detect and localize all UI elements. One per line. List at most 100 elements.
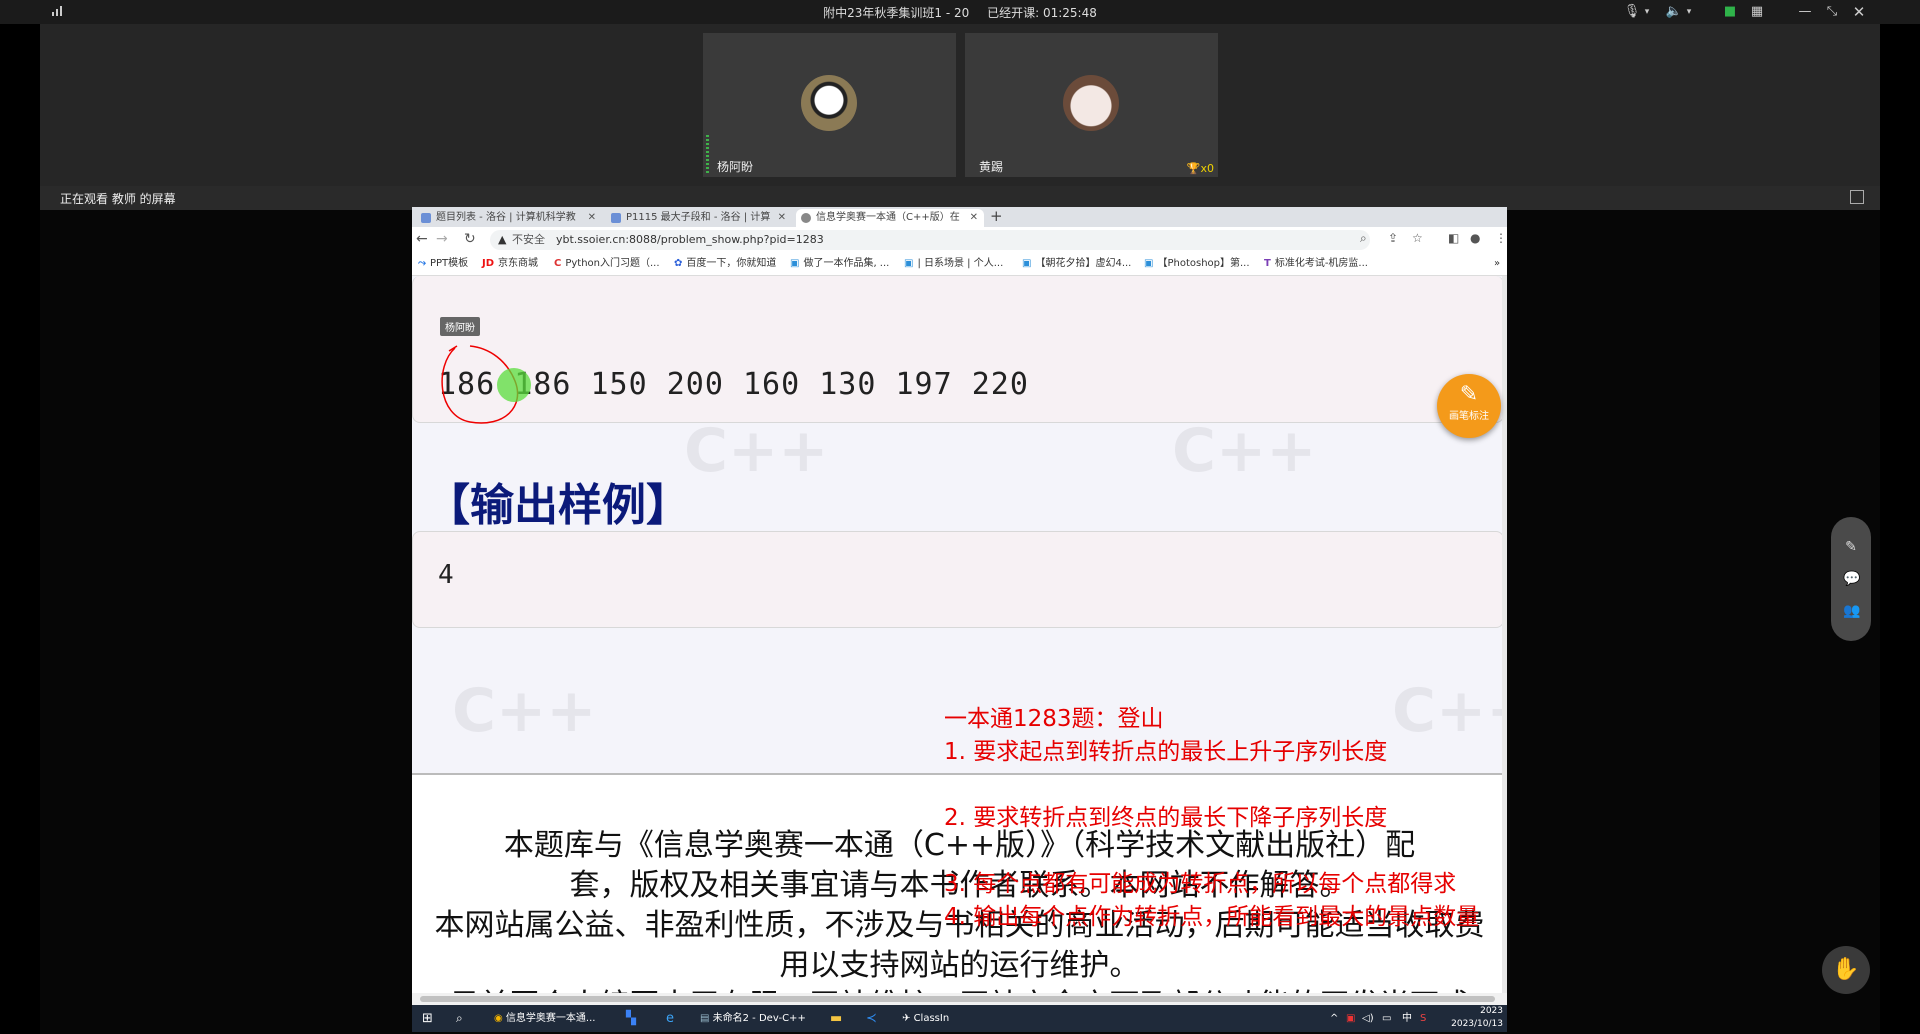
- bookmark-label: 京东商城: [498, 258, 539, 269]
- menu-icon[interactable]: ⋮: [1495, 231, 1507, 245]
- restore-icon[interactable]: ⤡: [1823, 3, 1841, 21]
- insecure-label: 不安全: [512, 233, 545, 246]
- search-icon[interactable]: ⌕: [456, 1005, 463, 1032]
- luogu-favicon-icon: [611, 213, 621, 223]
- minimize-icon[interactable]: —: [1796, 3, 1814, 21]
- raise-hand-icon: ✋: [1832, 957, 1860, 982]
- title-bar: 附中23年秋季集训班1 - 20 已经开课: 01:25:48 🎙 ▾ 🔈 ▾ …: [0, 0, 1920, 24]
- fullscreen-icon[interactable]: [1850, 190, 1864, 204]
- devcpp-icon: ▤: [700, 1013, 710, 1024]
- bookmark-label: 【Photoshop】第...: [1157, 258, 1250, 269]
- layout-grid-icon[interactable]: ▦: [1748, 3, 1766, 21]
- forward-icon[interactable]: →: [436, 231, 448, 247]
- clock-date: 2023/10/13: [1451, 1019, 1503, 1029]
- zoom-icon[interactable]: ⌕: [1360, 231, 1367, 246]
- browser-tab-active[interactable]: 信息学奥赛一本通（C++版）在 ✕: [796, 209, 984, 227]
- output-heading: 【输出样例】: [426, 480, 690, 531]
- network-icon[interactable]: ▭: [1382, 1005, 1391, 1032]
- sidebar-icon[interactable]: ◧: [1448, 231, 1459, 245]
- raise-hand-button[interactable]: ✋: [1822, 946, 1870, 994]
- close-icon[interactable]: ✕: [1850, 3, 1868, 21]
- mic-muted-icon[interactable]: 🎙: [1622, 3, 1642, 21]
- bookmarks-bar: ⤳ PPT模板 JD 京东商城 C Python入门习题（... ✿ 百度一下，你就知道…: [412, 253, 1507, 276]
- video-tile[interactable]: 黄踢 🏆x0: [965, 33, 1218, 177]
- participant-name: 杨阿盼: [717, 160, 754, 174]
- windows-start-icon[interactable]: ⊞: [422, 1005, 433, 1032]
- laser-pointer-icon: [497, 368, 531, 402]
- annotation-line: 3. 每个点都有可能成为转折点，所以每个点都得求: [944, 871, 1457, 897]
- bookmark[interactable]: JD 京东商城: [482, 253, 538, 275]
- browser-tab[interactable]: P1115 最大子段和 - 洛谷 | 计算 ✕: [606, 209, 792, 227]
- members-icon[interactable]: 👥: [1843, 603, 1860, 619]
- share-icon[interactable]: ⇪: [1388, 231, 1398, 245]
- bookmark[interactable]: ▣ 【朝花夕拾】虚幻4...: [1022, 253, 1131, 275]
- classin-icon: ✈: [902, 1013, 911, 1024]
- ime-indicator[interactable]: 中: [1402, 1005, 1412, 1032]
- vscode-icon[interactable]: ≺: [866, 1005, 877, 1032]
- bookmark[interactable]: ✿ 百度一下，你就知道: [674, 253, 776, 275]
- bookmark[interactable]: ▣ 【Photoshop】第...: [1144, 253, 1250, 275]
- shared-screen: 题目列表 - 洛谷 | 计算机科学教 ✕ P1115 最大子段和 - 洛谷 | …: [412, 207, 1507, 1032]
- teacher-annotation: 一本通1283题：登山 1. 要求起点到转折点的最长上升子序列长度 2. 要求转…: [944, 703, 1479, 934]
- new-tab-button[interactable]: +: [990, 207, 1003, 225]
- bookmark-label: 【朝花夕拾】虚幻4...: [1035, 258, 1132, 269]
- taskbar-label: 未命名2 - Dev-C++: [712, 1013, 806, 1024]
- reload-icon[interactable]: ↻: [464, 231, 476, 247]
- video-tile[interactable]: 杨阿盼: [703, 33, 956, 177]
- brush-label: 画笔标注: [1449, 411, 1489, 422]
- sample-output-box: 4: [412, 531, 1504, 628]
- horizontal-scrollbar[interactable]: [412, 993, 1507, 1005]
- luogu-favicon-icon: [421, 213, 431, 223]
- brush-annotation-button[interactable]: ✎ 画笔标注: [1437, 374, 1501, 438]
- chevron-down-icon[interactable]: ▾: [1642, 3, 1652, 21]
- url-text: ybt.ssoier.cn:8088/problem_show.php?pid=…: [556, 233, 824, 246]
- taskbar-classin[interactable]: ✈ ClassIn: [902, 1005, 949, 1032]
- camera-icon[interactable]: ■: [1720, 3, 1740, 21]
- close-tab-icon[interactable]: ✕: [588, 209, 596, 227]
- app-icon[interactable]: ▚: [626, 1005, 636, 1032]
- pointer-name-tag: 杨阿盼: [440, 317, 480, 336]
- taskbar-clock[interactable]: 2023 2023/10/13: [1451, 1005, 1503, 1031]
- video-area: [40, 24, 1880, 186]
- edge-icon[interactable]: e: [666, 1005, 674, 1032]
- profile-icon[interactable]: ●: [1470, 231, 1480, 245]
- elapsed-time: 已经开课: 01:25:48: [987, 6, 1097, 20]
- vertical-scrollbar[interactable]: [1502, 276, 1507, 996]
- bookmark[interactable]: ▣ 做了一本作品集, ...: [790, 253, 889, 275]
- trophy-value: x0: [1200, 162, 1214, 175]
- star-icon[interactable]: ☆: [1412, 231, 1423, 245]
- close-tab-icon[interactable]: ✕: [970, 209, 978, 227]
- more-bookmarks-icon[interactable]: »: [1494, 253, 1500, 275]
- annotation-title: 一本通1283题：登山: [944, 706, 1164, 732]
- taskbar-devcpp[interactable]: ▤ 未命名2 - Dev-C++: [700, 1005, 806, 1032]
- bookmark-label: 做了一本作品集, ...: [803, 258, 890, 269]
- edit-icon[interactable]: ✎: [1843, 539, 1859, 555]
- chevron-down-icon[interactable]: ▾: [1684, 3, 1694, 21]
- browser-tab[interactable]: 题目列表 - 洛谷 | 计算机科学教 ✕: [416, 209, 602, 227]
- bookmark[interactable]: T 标准化考试-机房监...: [1264, 253, 1368, 275]
- annotation-line: 1. 要求起点到转折点的最长上升子序列长度: [944, 739, 1388, 765]
- folder-icon[interactable]: ▬: [830, 1005, 842, 1032]
- tray-chevron-icon[interactable]: ^: [1330, 1005, 1338, 1032]
- tray-app-icon[interactable]: ▣: [1346, 1005, 1355, 1032]
- taskbar-chrome[interactable]: ◉ 信息学奥赛一本通...: [494, 1005, 595, 1032]
- address-bar[interactable]: ▲ 不安全 ybt.ssoier.cn:8088/problem_show.ph…: [490, 230, 1370, 250]
- speaker-muted-icon[interactable]: 🔈: [1664, 3, 1684, 21]
- close-tab-icon[interactable]: ✕: [778, 209, 786, 227]
- taskbar-label: 信息学奥赛一本通...: [505, 1013, 596, 1024]
- bookmark-label: 百度一下，你就知道: [686, 258, 777, 269]
- sogou-icon[interactable]: S: [1420, 1005, 1426, 1032]
- bookmark[interactable]: ⤳ PPT模板: [418, 253, 468, 275]
- chat-icon[interactable]: 💬: [1843, 571, 1860, 587]
- copyright-line: 用以支持网站的运行维护。: [779, 948, 1140, 983]
- bookmark[interactable]: C Python入门习题（...: [554, 253, 660, 275]
- back-icon[interactable]: ←: [416, 231, 428, 247]
- browser-tab-strip: 题目列表 - 洛谷 | 计算机科学教 ✕ P1115 最大子段和 - 洛谷 | …: [412, 207, 1507, 227]
- bookmark-label: Python入门习题（...: [565, 258, 660, 269]
- watermark: C++: [1172, 416, 1317, 486]
- class-name: 附中23年秋季集训班1 - 20: [823, 6, 970, 20]
- sample-output-text: 4: [438, 560, 454, 590]
- mic-level-icon: [706, 133, 709, 173]
- bookmark[interactable]: ▣ | 日系场景 | 个人...: [904, 253, 1003, 275]
- volume-icon[interactable]: ◁): [1362, 1005, 1374, 1032]
